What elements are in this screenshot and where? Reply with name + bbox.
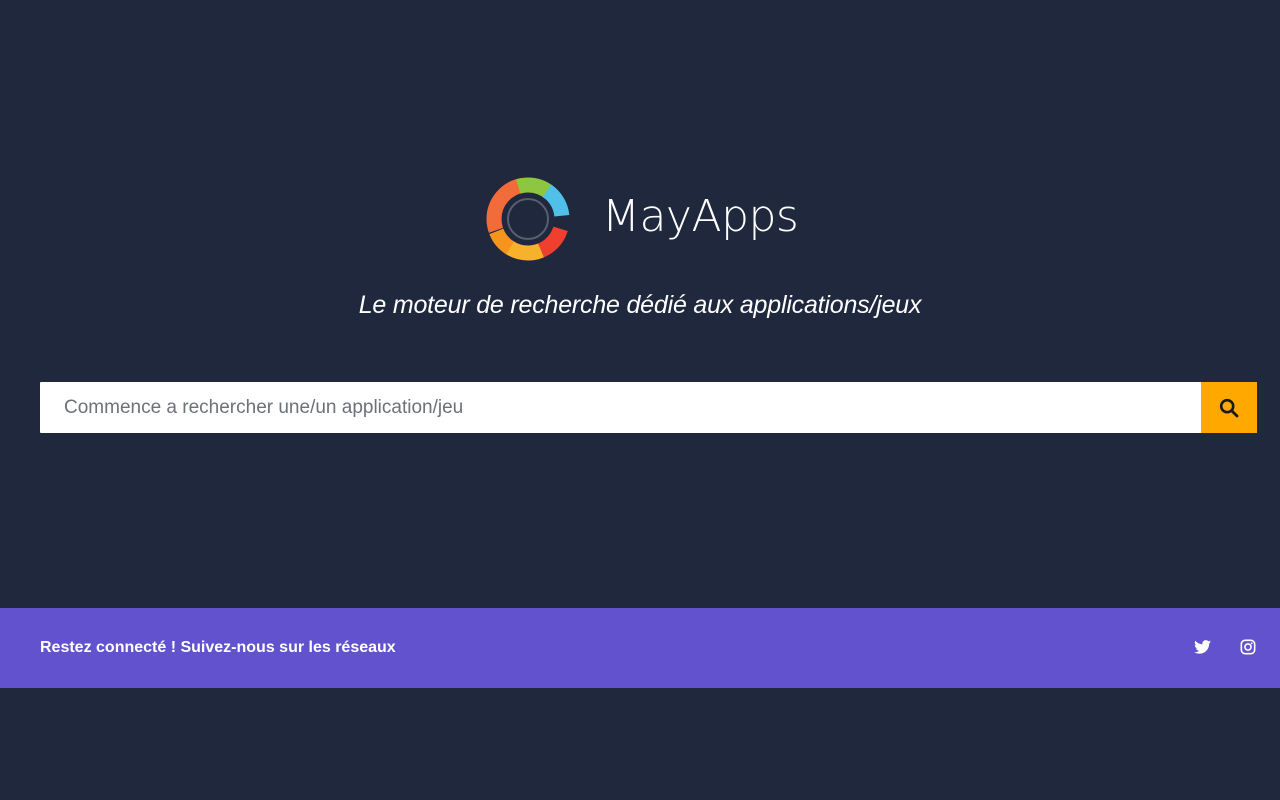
tagline: Le moteur de recherche dédié aux applica… xyxy=(358,291,922,319)
search-bar xyxy=(40,382,1257,433)
search-icon xyxy=(1219,398,1239,417)
search-button[interactable] xyxy=(1201,382,1257,433)
twitter-link[interactable] xyxy=(1191,636,1213,658)
twitter-icon xyxy=(1193,640,1211,654)
mayapps-logo-icon xyxy=(486,177,570,261)
page: MayApps Le moteur de recherche dédié aux… xyxy=(0,0,1280,800)
search-input[interactable] xyxy=(40,382,1201,433)
footer-follow-text: Restez connecté ! Suivez-nous sur les ré… xyxy=(40,639,396,656)
instagram-link[interactable] xyxy=(1237,636,1259,658)
instagram-icon xyxy=(1240,639,1256,655)
brand-name: MayApps xyxy=(602,191,799,242)
brand[interactable]: MayApps xyxy=(484,175,799,263)
footer-band: Restez connecté ! Suivez-nous sur les ré… xyxy=(0,608,1280,688)
